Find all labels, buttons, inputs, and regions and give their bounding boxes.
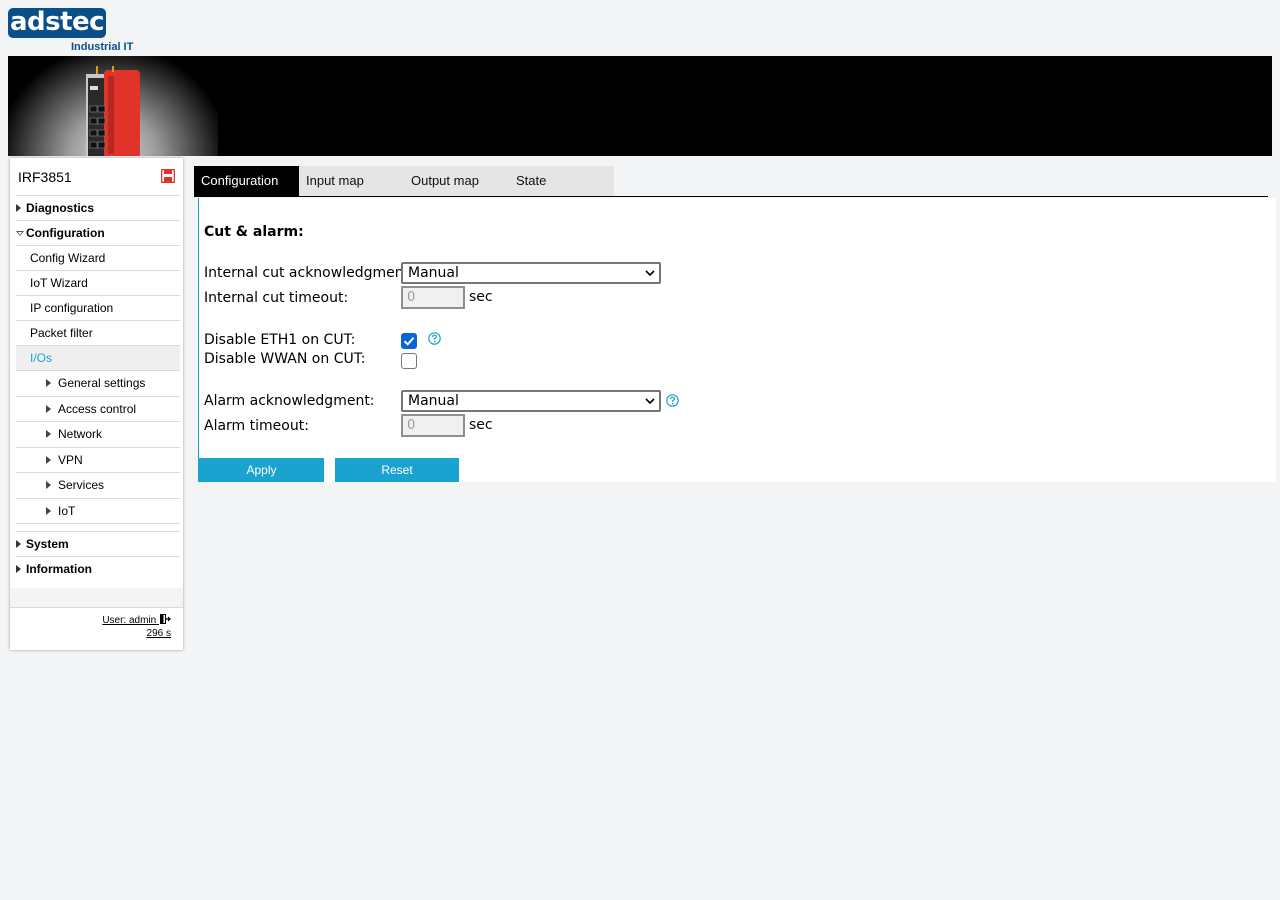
sidebar-footer-bar xyxy=(10,588,183,608)
tab-output-map[interactable]: Output map xyxy=(404,166,509,196)
logo-subtitle: Industrial IT xyxy=(71,41,134,53)
disable-eth1-label: Disable ETH1 on CUT: xyxy=(204,332,356,348)
sidebar-item-config-wizard[interactable]: Config Wizard xyxy=(16,245,180,270)
sidebar-item-diagnostics[interactable]: Diagnostics xyxy=(16,195,180,220)
internal-cut-ack-select[interactable]: Manual xyxy=(401,262,661,284)
sidebar-item-label: System xyxy=(26,537,69,551)
internal-cut-ack-label: Internal cut acknowledgment xyxy=(204,265,410,281)
internal-cut-timeout-input[interactable]: 0 xyxy=(401,286,465,309)
chevron-right-icon xyxy=(46,506,51,515)
device-name: IRF3851 xyxy=(18,169,72,185)
checkmark-icon xyxy=(403,337,415,346)
alarm-timeout-input[interactable]: 0 xyxy=(401,414,465,437)
sidebar-item-label: Information xyxy=(26,562,92,576)
sidebar-item-information[interactable]: Information xyxy=(16,556,180,581)
session-timer: 296 s xyxy=(146,628,171,639)
chevron-right-icon xyxy=(16,565,21,573)
chevron-right-icon xyxy=(46,430,51,438)
alarm-timeout-label: Alarm timeout: xyxy=(204,418,309,434)
help-icon[interactable] xyxy=(428,332,441,345)
chevron-down-icon xyxy=(645,270,655,277)
sidebar-item-system[interactable]: System xyxy=(16,531,180,556)
select-value: Manual xyxy=(408,393,459,409)
tab-underline xyxy=(194,196,1268,197)
sidebar-item-packet-filter[interactable]: Packet filter xyxy=(16,320,180,345)
sidebar-item-label: IP configuration xyxy=(30,301,114,315)
chevron-down-icon xyxy=(16,231,24,236)
sidebar-item-label: Diagnostics xyxy=(26,201,95,215)
sidebar-item-label: Services xyxy=(58,478,105,492)
chevron-right-icon xyxy=(46,404,51,413)
tab-state[interactable]: State xyxy=(509,166,614,196)
sidebar-item-label: Configuration xyxy=(26,226,105,240)
sidebar-item-label: Packet filter xyxy=(30,326,93,340)
header-banner xyxy=(8,56,1272,156)
section-title: Cut & alarm: xyxy=(204,224,304,240)
sidebar-item-general-settings[interactable]: General settings xyxy=(16,370,180,396)
alarm-ack-label: Alarm acknowledgment: xyxy=(204,393,375,409)
sidebar-item-label: Access control xyxy=(58,401,137,416)
user-logout-link[interactable]: User: admin xyxy=(102,614,171,626)
sidebar-item-label: Network xyxy=(58,427,103,441)
tab-input-map[interactable]: Input map xyxy=(299,166,404,196)
sidebar-item-label: VPN xyxy=(58,452,83,467)
disable-eth1-checkbox[interactable] xyxy=(401,333,417,349)
sidebar-item-ios[interactable]: I/Os xyxy=(16,345,180,370)
internal-cut-timeout-unit: sec xyxy=(469,289,493,305)
sidebar-item-configuration[interactable]: Configuration xyxy=(16,220,180,245)
chevron-right-icon xyxy=(46,455,51,464)
logout-icon xyxy=(160,614,171,624)
disable-wwan-label: Disable WWAN on CUT: xyxy=(204,351,366,367)
chevron-down-icon xyxy=(645,398,655,405)
alarm-ack-select[interactable]: Manual xyxy=(401,390,661,412)
sidebar-item-access-control[interactable]: Access control xyxy=(16,395,180,422)
sidebar-item-iot[interactable]: IoT xyxy=(16,497,180,524)
internal-cut-timeout-label: Internal cut timeout: xyxy=(204,290,349,306)
sidebar-item-label: I/Os xyxy=(30,351,53,365)
sidebar-nav: Diagnostics Configuration Config Wizard … xyxy=(16,195,180,581)
alarm-timeout-unit: sec xyxy=(469,417,493,433)
sidebar-item-network[interactable]: Network xyxy=(16,421,180,447)
sidebar: IRF3851 Diagnostics Configuration Config… xyxy=(10,158,183,650)
chevron-right-icon xyxy=(16,540,21,548)
save-icon[interactable] xyxy=(161,169,175,183)
sidebar-item-label: IoT xyxy=(58,503,76,518)
logo-wordmark: adstec xyxy=(8,7,106,38)
chevron-right-icon xyxy=(46,379,51,387)
company-logo: adstec Industrial IT xyxy=(8,8,138,54)
user-label: User: admin xyxy=(102,615,157,626)
disable-wwan-checkbox[interactable] xyxy=(401,353,417,369)
apply-button[interactable]: Apply xyxy=(199,458,324,482)
chevron-right-icon xyxy=(46,481,51,489)
help-icon[interactable] xyxy=(666,394,679,407)
sidebar-header: IRF3851 xyxy=(10,158,183,195)
tab-bar: Configuration Input map Output map State xyxy=(194,166,614,196)
sidebar-divider xyxy=(16,523,180,531)
sidebar-item-label: General settings xyxy=(58,376,146,390)
reset-button[interactable]: Reset xyxy=(335,458,459,482)
tab-configuration[interactable]: Configuration xyxy=(194,166,299,196)
router-device-image xyxy=(86,66,140,156)
select-value: Manual xyxy=(408,265,459,281)
sidebar-item-label: IoT Wizard xyxy=(30,276,88,290)
chevron-right-icon xyxy=(16,204,21,212)
cut-alarm-form: Cut & alarm: Internal cut acknowledgment… xyxy=(198,198,1276,482)
sidebar-item-ip-configuration[interactable]: IP configuration xyxy=(16,295,180,320)
sidebar-item-vpn[interactable]: VPN xyxy=(16,446,180,473)
sidebar-item-label: Config Wizard xyxy=(30,251,106,265)
sidebar-item-services[interactable]: Services xyxy=(16,472,180,498)
sidebar-item-iot-wizard[interactable]: IoT Wizard xyxy=(16,270,180,295)
